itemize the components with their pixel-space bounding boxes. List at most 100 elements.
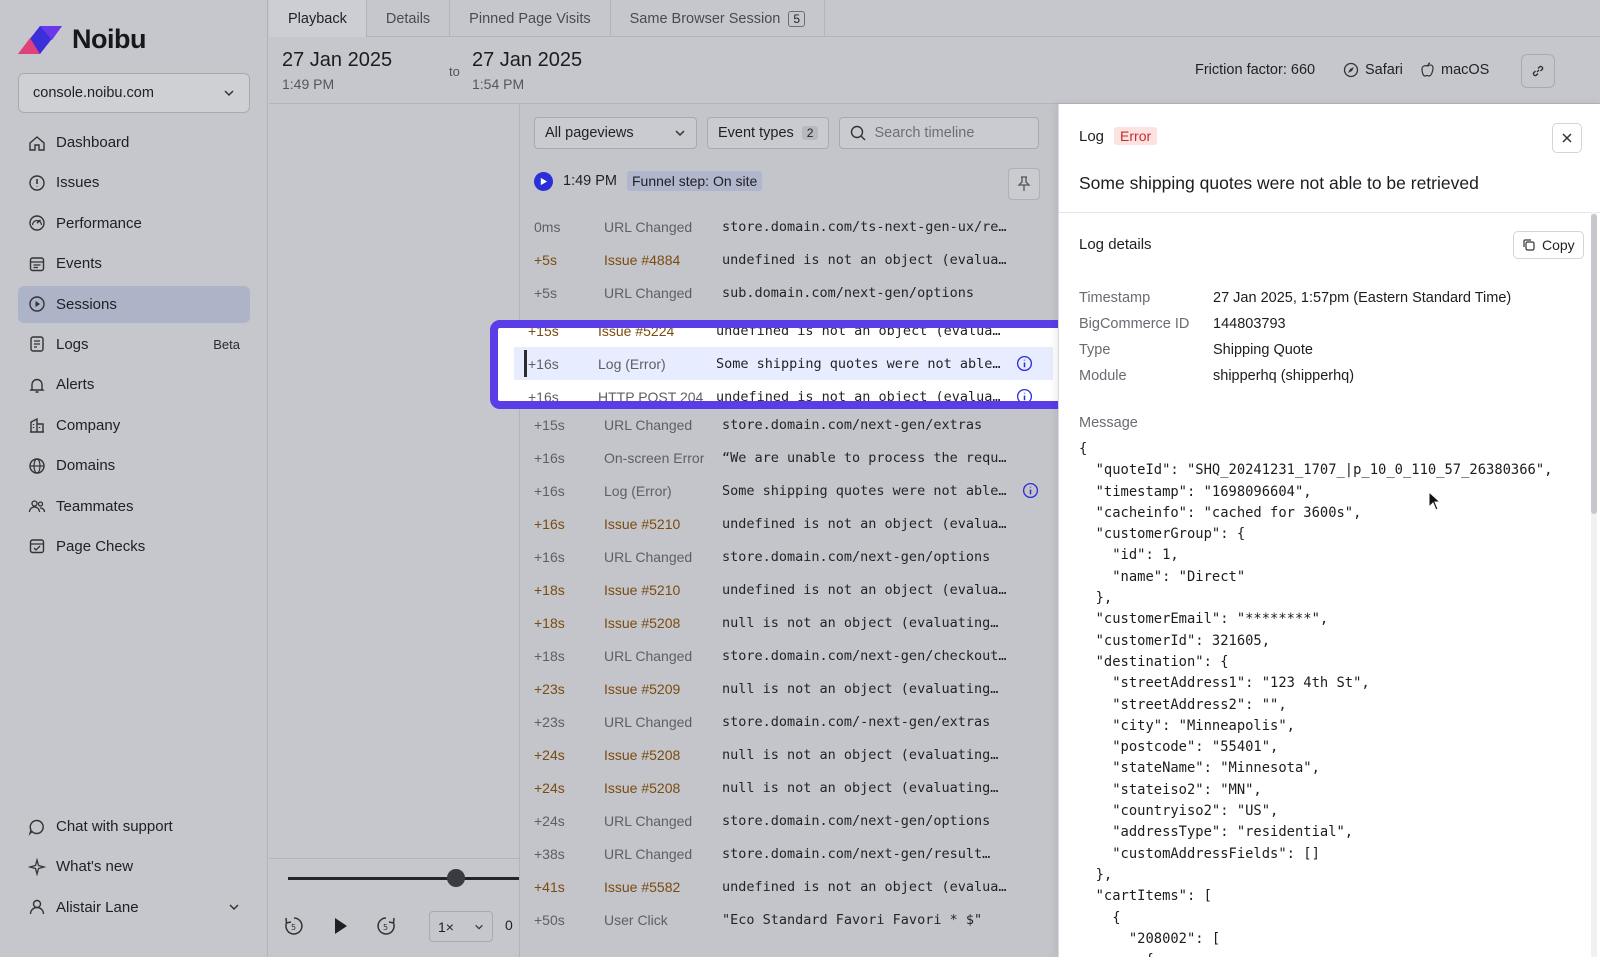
sidebar-bottom-nav: Chat with support What's new Alistair Lane [18,808,250,929]
tab-playback[interactable]: Playback [269,0,367,37]
timeline-row[interactable]: +5s Issue #4884 undefined is not an object… [520,243,1059,276]
playback-track[interactable] [288,877,528,880]
copy-link-button[interactable] [1521,54,1555,88]
timeline-row[interactable]: +38s URL Changed store.domain.com/next-gen… [520,837,1059,870]
sidebar-item-issues[interactable]: Issues [18,164,250,201]
panel-scroll-thumb[interactable] [1591,214,1597,514]
search-timeline-field[interactable]: Search timeline [839,117,1040,149]
sidebar-item-dashboard[interactable]: Dashboard [18,124,250,161]
info-icon[interactable] [1016,355,1033,372]
json-line: }, [1079,590,1113,607]
timeline-row[interactable]: +24s Issue #5208 null is not an object (ev… [520,771,1059,804]
timeline-row[interactable]: +16s Log (Error) Some shipping quotes were… [520,474,1059,507]
play-circle-icon[interactable] [534,171,553,191]
event-time: +16s [534,482,565,499]
tab-details[interactable]: Details [367,0,451,37]
event-message: null is not an object (evaluating… [722,746,999,763]
svg-text:5: 5 [383,923,388,932]
tab-label: Details [385,10,431,27]
sidebar-item-label: Alistair Lane [56,898,139,916]
pageviews-select[interactable]: All pageviews [534,117,697,149]
pin-button[interactable] [1008,168,1040,200]
browser-name: Safari [1365,62,1403,78]
brand-logo[interactable]: Noibu [18,24,146,55]
timeline-row[interactable]: +16s On-screen Error “We are unable to pro… [520,441,1059,474]
playback-speed-select[interactable]: 1× [429,911,493,942]
close-panel-button[interactable] [1552,123,1582,153]
sidebar-item-logs[interactable]: Logs Beta [18,326,250,363]
play-icon[interactable] [329,915,351,937]
info-icon[interactable] [1022,482,1039,499]
tab-same-browser-session[interactable]: Same Browser Session 5 [611,0,826,37]
sidebar-item-sessions[interactable]: Sessions [18,285,250,323]
tab-pinned-page-visits[interactable]: Pinned Page Visits [450,0,611,37]
log-detail-panel: Log Error Some shipping quotes were not … [1058,104,1600,957]
timeline-row[interactable]: +18s Issue #5210 undefined is not an objec… [520,573,1059,606]
sidebar-item-label: Events [56,255,102,273]
sidebar-item-company[interactable]: Company [18,407,250,444]
json-line: }, [1079,866,1113,883]
copy-button[interactable]: Copy [1513,231,1584,259]
sidebar-item-label: Performance [56,214,142,232]
sidebar: Noibu console.noibu.com Dashboard Issues P… [0,0,268,957]
log-field-key: BigCommerce ID [1079,316,1190,332]
tab-label: Playback [288,10,347,27]
event-message: Some shipping quotes were not able… [722,482,1007,499]
browser-info: Safari [1343,62,1403,78]
timeline-row[interactable]: +5s URL Changed sub.domain.com/next-gen/op… [520,276,1059,309]
sidebar-item-domains[interactable]: Domains [18,447,250,484]
timeline-row[interactable]: +24s Issue #5208 null is not an object (ev… [520,738,1059,771]
timeline-row[interactable]: +50s User Click "Eco Standard Favori Favor… [520,903,1059,936]
session-header: 27 Jan 2025 1:49 PM to 27 Jan 2025 1:54 … [269,37,1600,104]
timeline-row[interactable]: +16s HTTP POST 204 undefined is not an obj… [514,380,1053,405]
forward-5s-icon[interactable]: 5 [375,915,397,937]
sidebar-item-chat-with-support[interactable]: Chat with support [18,808,250,845]
log-field-row: Timestamp 27 Jan 2025, 1:57pm (Eastern St… [1079,285,1511,311]
event-time: +38s [534,845,565,862]
timeline-row[interactable]: +23s URL Changed store.domain.com/-next-ge… [520,705,1059,738]
friction-factor: Friction factor: 660 [1195,62,1316,78]
sidebar-item-page-checks[interactable]: Page Checks [18,528,250,565]
timeline-row[interactable]: +41s Issue #5582 undefined is not an objec… [520,870,1059,903]
event-type: Log (Error) [604,482,672,499]
chevron-down-icon [224,90,234,97]
timeline-row[interactable]: +18s URL Changed store.domain.com/next-gen… [520,639,1059,672]
timeline-row-selected[interactable]: +16s Log (Error) Some shipping quotes were… [514,347,1053,380]
alert-circle-icon [28,174,46,192]
domain-select[interactable]: console.noibu.com [18,73,250,113]
playback-scrubber[interactable] [447,869,465,887]
sidebar-item-what-s-new[interactable]: What's new [18,848,250,885]
event-type: Issue #5208 [604,746,681,763]
sidebar-item-alistair-lane[interactable]: Alistair Lane [18,889,250,926]
event-type: URL Changed [604,845,693,862]
event-message: null is not an object (evaluating… [722,779,999,796]
timeline-row[interactable]: +23s Issue #5209 null is not an object (ev… [520,672,1059,705]
info-icon[interactable] [1016,388,1033,405]
json-line: "timestamp": "1698096604", [1079,483,1312,500]
event-time: +16s [534,449,565,466]
rewind-5s-icon[interactable]: 5 [283,915,305,937]
event-type: Log (Error) [598,355,666,372]
json-line: "208002": [ [1079,930,1221,947]
timeline-row[interactable]: 0ms URL Changed store.domain.com/ts-next-g… [520,210,1059,243]
timeline-row[interactable]: +16s URL Changed store.domain.com/next-gen… [520,540,1059,573]
event-type: URL Changed [604,416,693,433]
event-message: store.domain.com/next-gen/checkout… [722,647,1007,664]
highlighted-timeline-rows: +15s Issue #5224 undefined is not an objec… [490,320,1072,409]
log-field-key: Module [1079,368,1127,384]
event-time: +15s [528,322,559,339]
sidebar-item-alerts[interactable]: Alerts [18,366,250,403]
sidebar-item-events[interactable]: Events [18,245,250,282]
sidebar-item-performance[interactable]: Performance [18,205,250,242]
event-message: store.domain.com/-next-gen/extras [722,713,991,730]
sidebar-item-teammates[interactable]: Teammates [18,488,250,525]
timeline-row[interactable]: +15s Issue #5224 undefined is not an objec… [514,322,1053,347]
json-line: "destination": { [1079,653,1229,670]
timeline-row[interactable]: +18s Issue #5208 null is not an object (ev… [520,606,1059,639]
start-time: 1:49 PM [282,76,335,92]
event-types-filter[interactable]: Event types 2 [707,117,830,149]
event-type: On-screen Error [604,449,705,466]
timeline-row[interactable]: +15s URL Changed store.domain.com/next-gen… [520,408,1059,441]
timeline-row[interactable]: +24s URL Changed store.domain.com/next-gen… [520,804,1059,837]
timeline-row[interactable]: +16s Issue #5210 undefined is not an objec… [520,507,1059,540]
